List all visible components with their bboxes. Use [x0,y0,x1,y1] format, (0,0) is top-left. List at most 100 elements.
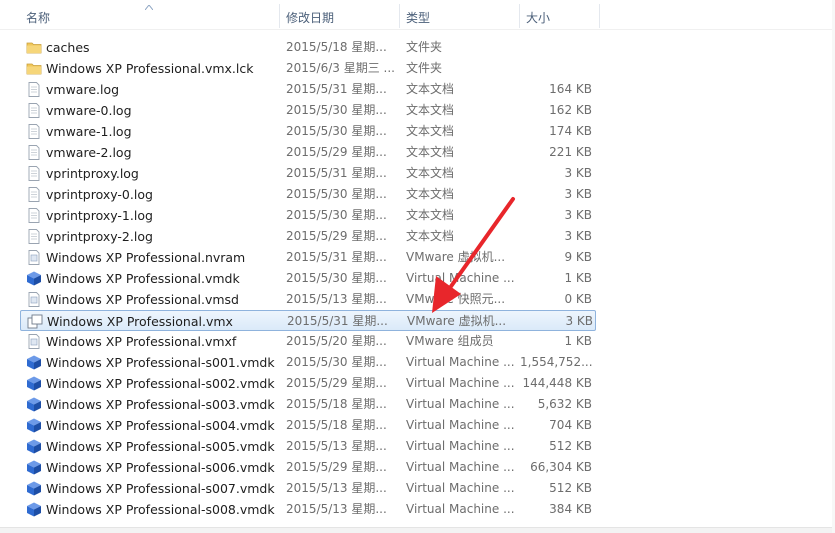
file-date: 2015/5/29 星期... [286,145,387,159]
file-row[interactable]: vmware-0.log 2015/5/30 星期... 文本文档 162 KB [20,100,596,121]
text-file-icon [26,166,42,181]
column-header-size[interactable]: 大小 [520,0,598,30]
file-row[interactable]: vprintproxy-0.log 2015/5/30 星期... 文本文档 3 KB [20,184,596,205]
bottom-status-strip [0,527,835,533]
file-date: 2015/5/30 星期... [286,271,387,285]
file-date: 2015/5/18 星期... [286,418,387,432]
text-file-icon [26,124,42,139]
file-date: 2015/5/31 星期... [286,250,387,264]
file-date: 2015/5/30 星期... [286,124,387,138]
file-type: 文本文档 [406,124,455,138]
file-date: 2015/5/30 星期... [286,103,387,117]
text-file-icon [26,82,42,97]
file-size: 3 KB [564,229,592,243]
file-size: 221 KB [549,145,592,159]
file-date: 2015/5/13 星期... [286,502,387,516]
file-name: Windows XP Professional.vmsd [46,292,239,307]
text-file-icon [26,229,42,244]
file-name: caches [46,40,90,55]
file-size: 3 KB [564,166,592,180]
file-size: 1 KB [564,334,592,348]
file-name: Windows XP Professional.vmx [47,314,233,329]
column-divider[interactable] [599,4,600,28]
file-type: VMware 组成员 [406,334,494,348]
column-header-date[interactable]: 修改日期 [280,0,398,30]
disk-cube-icon [26,397,42,412]
file-size: 512 KB [549,439,592,453]
file-row[interactable]: Windows XP Professional-s003.vmdk 2015/5/… [20,394,596,415]
file-date: 2015/5/18 星期... [286,397,387,411]
file-date: 2015/5/18 星期... [286,40,387,54]
file-date: 2015/5/31 星期... [287,314,388,328]
file-size: 174 KB [549,124,592,138]
sort-ascending-icon [145,5,153,10]
file-row[interactable]: Windows XP Professional-s001.vmdk 2015/5/… [20,352,596,373]
file-name: Windows XP Professional.vmxf [46,334,237,349]
file-row[interactable]: Windows XP Professional-s006.vmdk 2015/5/… [20,457,596,478]
file-row[interactable]: vmware-2.log 2015/5/29 星期... 文本文档 221 KB [20,142,596,163]
file-size: 3 KB [564,208,592,222]
text-file-icon [26,103,42,118]
file-row[interactable]: Windows XP Professional-s008.vmdk 2015/5/… [20,499,596,520]
file-type: Virtual Machine ... [406,397,515,411]
file-type: 文件夹 [406,40,443,54]
file-name: Windows XP Professional.vmdk [46,271,240,286]
file-size: 144,448 KB [522,376,592,390]
file-type: 文本文档 [406,145,455,159]
file-date: 2015/6/3 星期三 ... [286,61,395,75]
text-file-icon [26,208,42,223]
file-type: Virtual Machine ... [406,271,515,285]
file-size [520,37,592,58]
file-name: Windows XP Professional-s005.vmdk [46,439,275,454]
file-row[interactable]: vmware.log 2015/5/31 星期... 文本文档 164 KB [20,79,596,100]
file-date: 2015/5/31 星期... [286,82,387,96]
file-name: vmware-1.log [46,124,132,139]
file-row[interactable]: vmware-1.log 2015/5/30 星期... 文本文档 174 KB [20,121,596,142]
file-size [520,58,592,79]
file-name: vmware-2.log [46,145,132,160]
file-date: 2015/5/30 星期... [286,355,387,369]
disk-cube-icon [26,271,42,286]
text-file-icon [26,145,42,160]
vmware-file-icon [26,250,42,265]
file-row[interactable]: vprintproxy.log 2015/5/31 星期... 文本文档 3 KB [20,163,596,184]
file-row[interactable]: Windows XP Professional-s007.vmdk 2015/5/… [20,478,596,499]
disk-cube-icon [26,376,42,391]
file-row[interactable]: vprintproxy-1.log 2015/5/30 星期... 文本文档 3 KB [20,205,596,226]
file-row[interactable]: Windows XP Professional.vmdk 2015/5/30 星期… [20,268,596,289]
file-row[interactable]: caches 2015/5/18 星期... 文件夹 [20,37,596,58]
file-row[interactable]: Windows XP Professional.vmsd 2015/5/13 星期… [20,289,596,310]
disk-cube-icon [26,439,42,454]
file-type: 文本文档 [406,229,455,243]
file-row[interactable]: vprintproxy-2.log 2015/5/29 星期... 文本文档 3 KB [20,226,596,247]
file-type: VMware 快照元... [406,292,506,306]
file-type: VMware 虚拟机... [407,314,507,328]
disk-cube-icon [26,460,42,475]
file-date: 2015/5/30 星期... [286,187,387,201]
file-size: 3 KB [564,187,592,201]
vm-config-icon [27,314,43,329]
file-row[interactable]: Windows XP Professional-s004.vmdk 2015/5/… [20,415,596,436]
file-row[interactable]: Windows XP Professional.vmx.lck 2015/6/3 … [20,58,596,79]
disk-cube-icon [26,481,42,496]
file-row[interactable]: Windows XP Professional-s002.vmdk 2015/5/… [20,373,596,394]
file-row-selected[interactable]: Windows XP Professional.vmx 2015/5/31 星期.… [20,310,596,331]
file-row[interactable]: Windows XP Professional.nvram 2015/5/31 星… [20,247,596,268]
file-name: Windows XP Professional-s008.vmdk [46,502,275,517]
file-row[interactable]: Windows XP Professional.vmxf 2015/5/20 星期… [20,331,596,352]
file-date: 2015/5/29 星期... [286,229,387,243]
file-type: Virtual Machine ... [406,355,515,369]
file-type: Virtual Machine ... [406,439,515,453]
file-type: 文本文档 [406,208,455,222]
file-type: 文本文档 [406,82,455,96]
column-header-name-label: 名称 [26,11,51,25]
file-size: 164 KB [549,82,592,96]
disk-cube-icon [26,502,42,517]
file-date: 2015/5/13 星期... [286,481,387,495]
file-name: vprintproxy.log [46,166,139,181]
column-header-type[interactable]: 类型 [400,0,518,30]
file-row[interactable]: Windows XP Professional-s005.vmdk 2015/5/… [20,436,596,457]
file-type: 文本文档 [406,166,455,180]
disk-cube-icon [26,355,42,370]
file-name: Windows XP Professional-s007.vmdk [46,481,275,496]
